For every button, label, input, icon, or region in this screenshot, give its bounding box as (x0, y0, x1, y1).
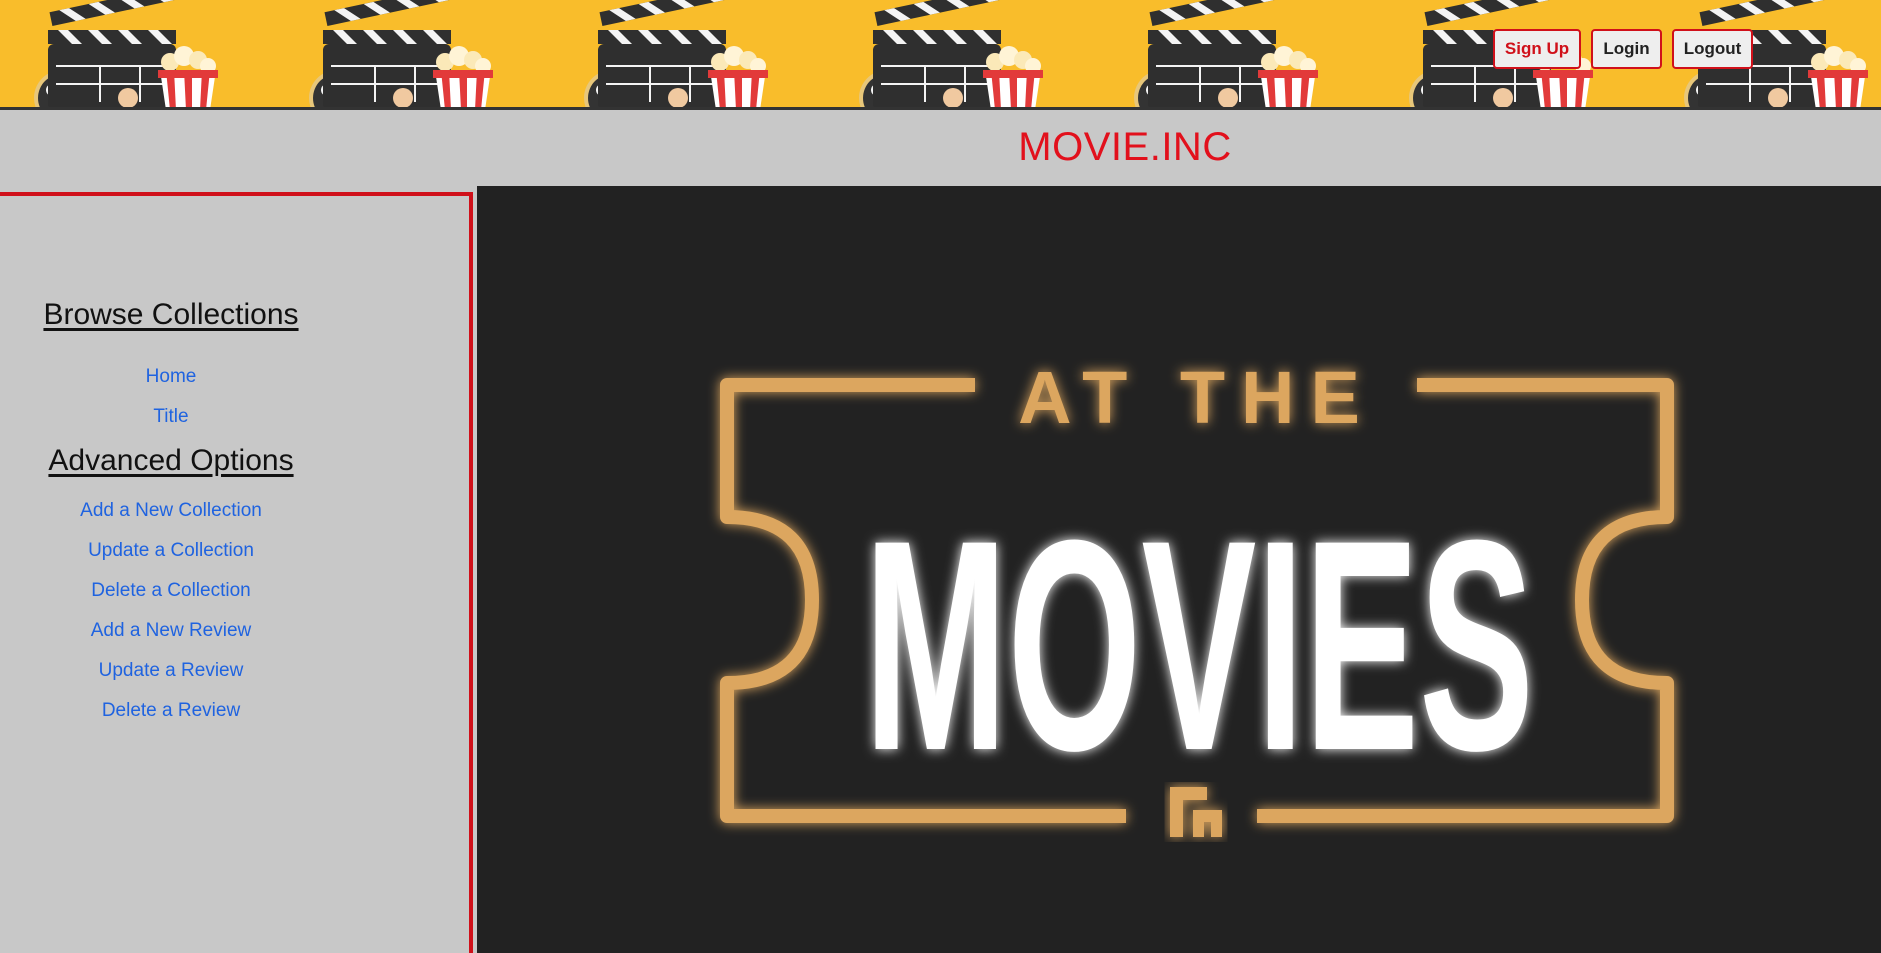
title-bar: MOVIE.INC (0, 113, 1881, 186)
nav-link-delete-review[interactable]: Delete a Review (0, 700, 342, 722)
nav-link-update-collection[interactable]: Update a Collection (0, 540, 342, 562)
nav-link-update-review[interactable]: Update a Review (0, 660, 342, 682)
popcorn-icon (1258, 46, 1318, 107)
sidebar: Browse Collections Home Title Advanced O… (0, 192, 473, 953)
popcorn-icon (433, 46, 493, 107)
site-title: MOVIE.INC (1018, 125, 1232, 169)
nav-link-title[interactable]: Title (0, 406, 342, 428)
nav-link-add-review[interactable]: Add a New Review (0, 620, 342, 642)
clapperboard-icon (323, 0, 453, 107)
nav-link-home[interactable]: Home (0, 366, 342, 388)
login-button[interactable]: Login (1591, 29, 1662, 69)
signup-button[interactable]: Sign Up (1493, 29, 1581, 69)
clapperboard-icon (598, 0, 728, 107)
nav-link-delete-collection[interactable]: Delete a Collection (0, 580, 342, 602)
nav-link-add-collection[interactable]: Add a New Collection (0, 500, 342, 522)
banner-tile (275, 0, 550, 107)
clapperboard-icon (48, 0, 178, 107)
banner-tile (550, 0, 825, 107)
clapperboard-icon (873, 0, 1003, 107)
at-the-movies-logo: AT THE MOVIES (720, 356, 1674, 837)
hero-line-2: MOVIES (864, 477, 1534, 813)
popcorn-icon (1808, 46, 1868, 107)
header-banner: Sign Up Login Logout (0, 0, 1881, 110)
hero-line-1: AT THE (1018, 356, 1376, 439)
logout-button[interactable]: Logout (1672, 29, 1753, 69)
popcorn-icon (708, 46, 768, 107)
hero-image: AT THE MOVIES (477, 186, 1881, 953)
banner-tile (825, 0, 1100, 107)
banner-tile (0, 0, 275, 107)
banner-tile (1100, 0, 1375, 107)
advanced-options-heading: Advanced Options (48, 444, 294, 477)
popcorn-icon (983, 46, 1043, 107)
browse-collections-heading: Browse Collections (43, 298, 299, 331)
clapperboard-icon (1148, 0, 1278, 107)
popcorn-icon (158, 46, 218, 107)
